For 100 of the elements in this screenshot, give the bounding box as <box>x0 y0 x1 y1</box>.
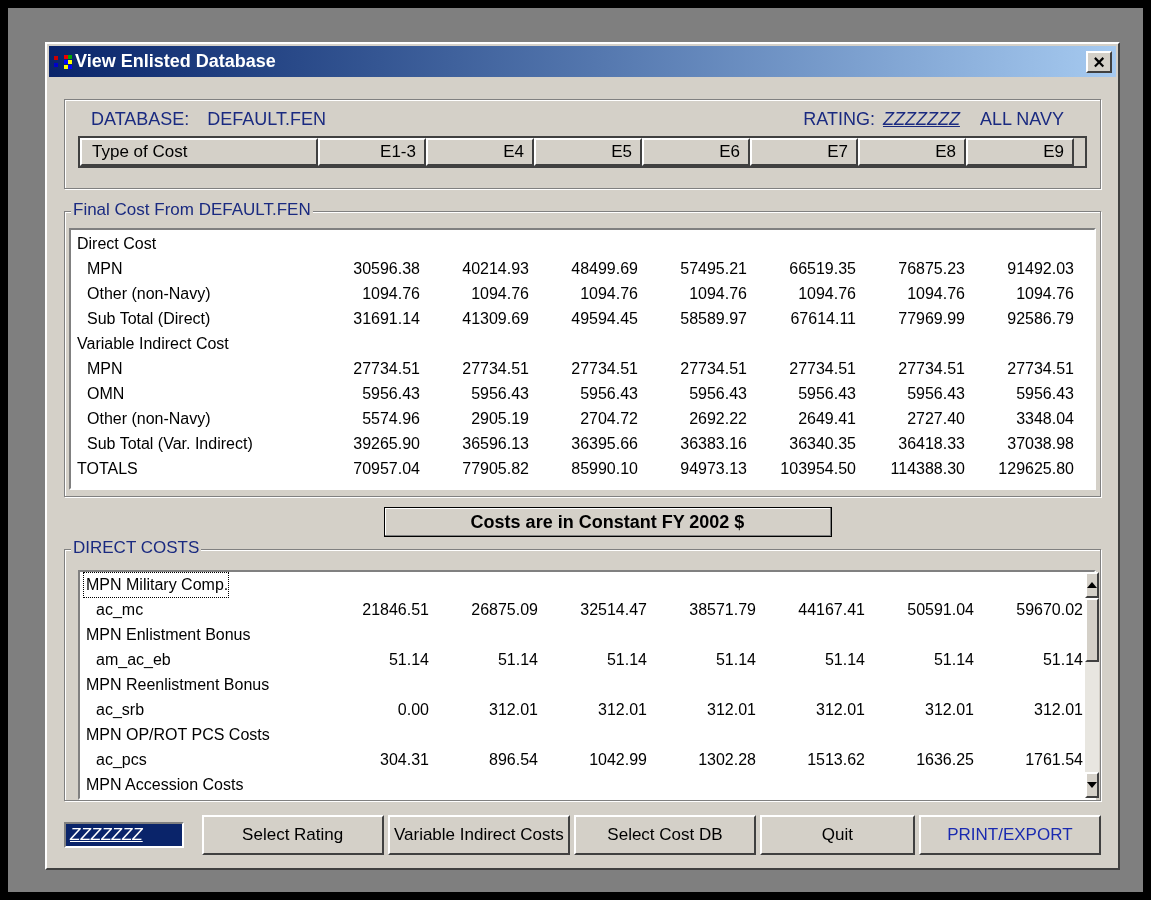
action-button[interactable]: Select Rating <box>201 815 384 855</box>
table-cell-text: 1094.76 <box>906 283 966 304</box>
table-cell-text: 38571.79 <box>688 599 757 620</box>
column-header[interactable]: E6 <box>642 138 750 166</box>
table-cell-text: 5956.43 <box>906 383 966 404</box>
table-cell-text: 92586.79 <box>1006 308 1075 329</box>
table-cell-text: 2727.40 <box>906 408 966 429</box>
window-title: View Enlisted Database <box>75 50 276 73</box>
action-button[interactable]: PRINT/EXPORT <box>918 815 1101 855</box>
table-cell-text: 2905.19 <box>470 408 530 429</box>
row-label[interactable]: MPN Military Comp. <box>84 572 229 597</box>
table-cell-text: 3348.04 <box>1015 408 1075 429</box>
table-cell-text: 5956.43 <box>1015 383 1075 404</box>
row-label[interactable]: am_ac_eb <box>84 647 171 672</box>
table-cell-text: 51.14 <box>387 649 430 670</box>
table-cell-text: 94973.13 <box>679 458 748 479</box>
table-cell-text: 27734.51 <box>1006 358 1075 379</box>
table-cell-text: 77969.99 <box>897 308 966 329</box>
column-header[interactable]: E9 <box>966 138 1074 166</box>
row-label[interactable]: MPN Accession Costs <box>84 772 244 797</box>
table-cell-text: 36340.35 <box>788 433 857 454</box>
table-cell-text: 44167.41 <box>797 599 866 620</box>
row-label: MPN <box>86 258 123 279</box>
row-label[interactable]: ac_pcs <box>84 747 147 772</box>
table-cell-text: 1094.76 <box>1015 283 1075 304</box>
column-header[interactable]: E7 <box>750 138 858 166</box>
scroll-thumb[interactable] <box>1085 598 1099 662</box>
table-cell-text: 27734.51 <box>897 358 966 379</box>
table-cell-text: 129625.80 <box>997 458 1075 479</box>
table-cell-text: 2692.22 <box>688 408 748 429</box>
table-cell-text: 57495.21 <box>679 258 748 279</box>
scrollbar[interactable] <box>1085 572 1099 798</box>
row-label[interactable]: MPN Reenlistment Bonus <box>84 672 270 697</box>
table-cell-text: 51.14 <box>605 649 648 670</box>
app-icon <box>53 52 73 71</box>
table-cell-text: 1636.25 <box>915 749 975 770</box>
table-cell-text: 312.01 <box>597 699 648 720</box>
scroll-down-button[interactable] <box>1085 772 1099 798</box>
close-button[interactable]: × <box>1086 50 1112 73</box>
table-cell-text: 5956.43 <box>688 383 748 404</box>
row-label: Sub Total (Var. Indirect) <box>86 433 253 454</box>
row-label[interactable]: MPN OP/ROT PCS Costs <box>84 722 270 747</box>
table-cell-text: 896.54 <box>488 749 539 770</box>
table-cell-text: 51.14 <box>1041 649 1084 670</box>
table-cell-text: 67614.11 <box>789 308 857 329</box>
table-cell-text: 58589.97 <box>679 308 748 329</box>
table-cell-text: 1094.76 <box>688 283 748 304</box>
table-cell-text: 21846.51 <box>361 599 430 620</box>
column-header[interactable]: E8 <box>858 138 966 166</box>
table-cell-text: 1761.54 <box>1024 749 1084 770</box>
action-button[interactable]: Select Cost DB <box>573 815 757 855</box>
table-cell-text: 70957.04 <box>352 458 421 479</box>
table-cell-text: 59670.02 <box>1015 599 1084 620</box>
table-cell-text: 51.14 <box>823 649 866 670</box>
table-cell-text: 36383.16 <box>679 433 748 454</box>
scope-label: ALL NAVY <box>979 107 1064 131</box>
table-cell-text: 1094.76 <box>579 283 639 304</box>
table-cell-text: 5956.43 <box>361 383 421 404</box>
table-cell-text: 36596.13 <box>461 433 530 454</box>
row-label: MPN <box>86 358 123 379</box>
column-header[interactable]: E5 <box>534 138 642 166</box>
table-cell-text: 51.14 <box>496 649 539 670</box>
table-cell-text: 5956.43 <box>470 383 530 404</box>
action-button[interactable]: Variable Indirect Costs <box>387 815 570 855</box>
row-label[interactable]: ac_srb <box>84 697 145 722</box>
table-cell-text: 41309.69 <box>461 308 530 329</box>
constant-dollars-button[interactable]: Costs are in Constant FY 2002 $ <box>383 507 832 537</box>
row-label[interactable]: ac_mc <box>84 597 144 622</box>
column-header[interactable]: Type of Cost <box>80 138 318 166</box>
database-label: DATABASE: <box>91 107 190 131</box>
table-cell-text: 30596.38 <box>352 258 421 279</box>
table-cell-text: 5574.96 <box>361 408 421 429</box>
table-cell-text: 27734.51 <box>352 358 421 379</box>
table-cell-text: 27734.51 <box>461 358 530 379</box>
table-cell-text: 27734.51 <box>570 358 639 379</box>
table-cell-text: 5956.43 <box>797 383 857 404</box>
row-label: Other (non-Navy) <box>86 283 211 304</box>
table-cell-text: 312.01 <box>924 699 975 720</box>
table-cell-text: 32514.47 <box>579 599 648 620</box>
down-arrow-icon <box>1087 782 1097 788</box>
table-cell-text: 312.01 <box>1033 699 1084 720</box>
table-cell-text: 31691.14 <box>352 308 421 329</box>
row-label[interactable]: MPN Enlistment Bonus <box>84 622 251 647</box>
action-button[interactable]: Quit <box>760 815 915 855</box>
column-header[interactable]: E1-3 <box>318 138 426 166</box>
scroll-up-button[interactable] <box>1085 572 1099 598</box>
column-header[interactable]: E4 <box>426 138 534 166</box>
table-cell-text: 37038.98 <box>1006 433 1075 454</box>
table-cell-text: 114388.30 <box>889 458 966 479</box>
table-cell-text: 50591.04 <box>906 599 975 620</box>
table-cell-text: 1513.62 <box>806 749 866 770</box>
table-cell-text: 1094.76 <box>797 283 857 304</box>
table-cell-text: 49594.45 <box>570 308 639 329</box>
table-cell-text: 1094.76 <box>361 283 421 304</box>
table-cell-text: 0.00 <box>396 699 430 720</box>
table-cell-text: 40214.93 <box>461 258 530 279</box>
up-arrow-icon <box>1087 582 1097 588</box>
table-cell-text: 36395.66 <box>570 433 639 454</box>
table-cell-text: 77905.82 <box>461 458 530 479</box>
row-label: Sub Total (Direct) <box>86 308 211 329</box>
